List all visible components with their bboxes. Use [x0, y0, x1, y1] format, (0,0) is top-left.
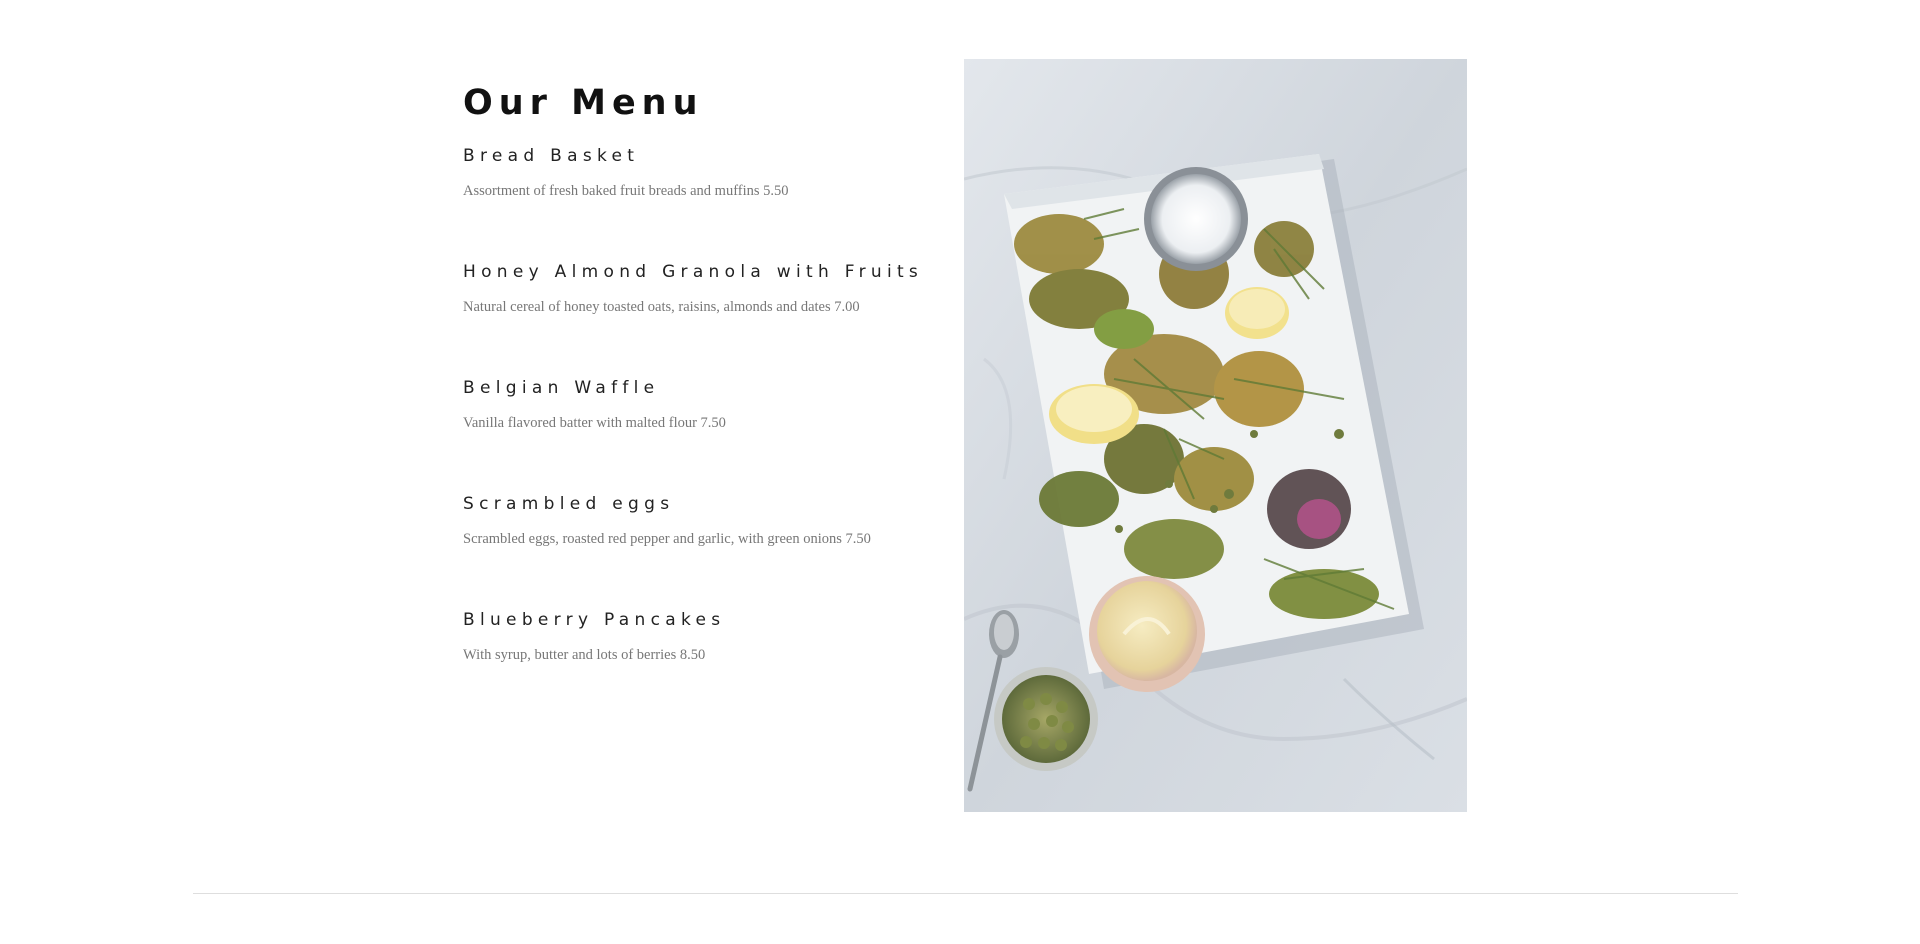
- menu-item-description: Vanilla flavored batter with malted flou…: [463, 415, 726, 431]
- menu-item-name: Belgian Waffle: [463, 378, 660, 398]
- food-platter-photo: [964, 59, 1467, 812]
- menu-item-name: Blueberry Pancakes: [463, 610, 726, 630]
- menu-item-name: Honey Almond Granola with Fruits: [463, 262, 924, 282]
- menu-item: Blueberry Pancakes With syrup, butter an…: [463, 608, 943, 724]
- menu-item-description: Scrambled eggs, roasted red pepper and g…: [463, 531, 871, 547]
- menu-item: Scrambled eggs Scrambled eggs, roasted r…: [463, 492, 943, 608]
- menu-item-description: Assortment of fresh baked fruit breads a…: [463, 183, 789, 199]
- menu-section: Our Menu Bread Basket Assortment of fres…: [0, 0, 1920, 944]
- menu-item: Bread Basket Assortment of fresh baked f…: [463, 144, 943, 260]
- section-divider: [193, 893, 1738, 894]
- menu-title: Our Menu: [463, 83, 704, 123]
- menu-item-name: Scrambled eggs: [463, 494, 675, 514]
- food-photo-illustration: [964, 59, 1467, 812]
- menu-item-description: Natural cereal of honey toasted oats, ra…: [463, 299, 860, 315]
- menu-column: Our Menu Bread Basket Assortment of fres…: [463, 78, 943, 724]
- menu-item-description: With syrup, butter and lots of berries 8…: [463, 647, 706, 663]
- menu-item: Belgian Waffle Vanilla flavored batter w…: [463, 376, 943, 492]
- menu-item: Honey Almond Granola with Fruits Natural…: [463, 260, 943, 376]
- menu-item-name: Bread Basket: [463, 146, 640, 166]
- menu-list: Bread Basket Assortment of fresh baked f…: [463, 144, 943, 724]
